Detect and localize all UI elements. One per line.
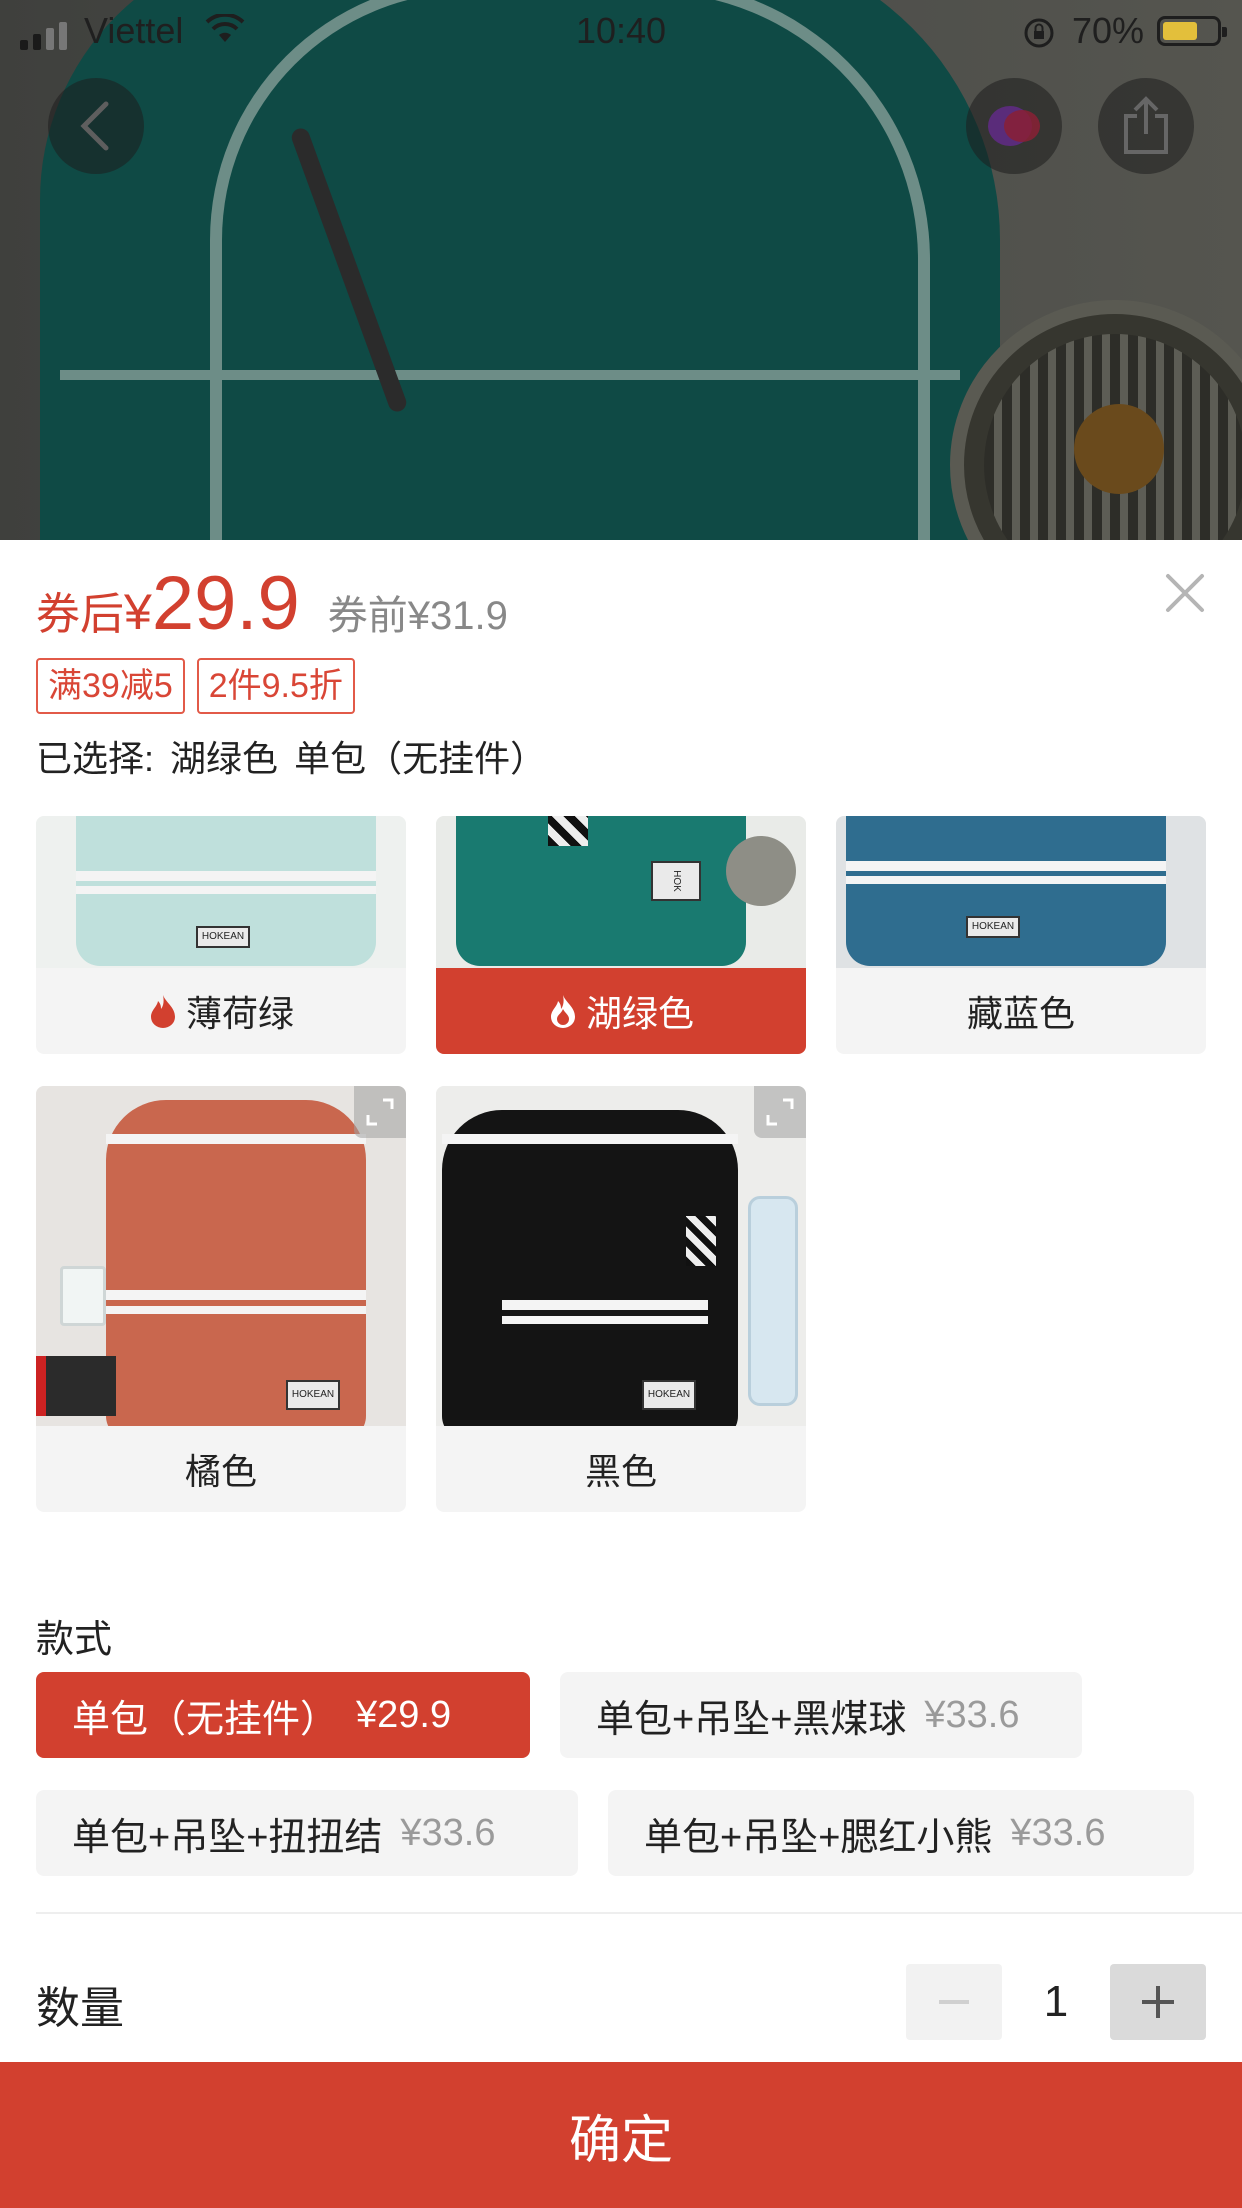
style-option-price: ¥33.6 bbox=[400, 1811, 496, 1854]
style-option-name: 单包（无挂件） bbox=[72, 1698, 339, 1741]
expand-icon bbox=[366, 1098, 394, 1126]
style-option-price: ¥29.9 bbox=[356, 1693, 452, 1736]
style-option-name: 单包+吊坠+腮红小熊 bbox=[644, 1816, 993, 1859]
checkered-charm bbox=[686, 1216, 716, 1266]
quantity-stepper: 1 bbox=[906, 1964, 1206, 2040]
color-option-black[interactable]: HOKEAN 黑色 bbox=[436, 1086, 806, 1512]
divider bbox=[36, 1912, 1242, 1914]
live-button[interactable] bbox=[966, 78, 1062, 174]
selected-style: 单包（无挂件） bbox=[294, 738, 547, 779]
selected-color: 湖绿色 bbox=[170, 738, 279, 779]
battery-percent: 70% bbox=[1072, 10, 1145, 51]
selected-summary: 已选择: 湖绿色 单包（无挂件） bbox=[36, 730, 546, 782]
fan-image bbox=[726, 836, 796, 906]
currency-symbol: ¥ bbox=[124, 584, 152, 640]
style-option[interactable]: 单包+吊坠+黑煤球 ¥33.6 bbox=[560, 1672, 1082, 1758]
style-option[interactable]: 单包（无挂件） ¥29.9 bbox=[36, 1672, 530, 1758]
decrease-button[interactable] bbox=[906, 1964, 1002, 2040]
increase-button[interactable] bbox=[1110, 1964, 1206, 2040]
after-coupon-price: 29.9 bbox=[151, 561, 300, 646]
plus-icon bbox=[1142, 1986, 1174, 2018]
price-row: 券后 ¥ 29.9 券前¥31.9 bbox=[36, 560, 508, 647]
fire-icon bbox=[150, 995, 175, 1028]
close-icon[interactable] bbox=[1164, 572, 1206, 614]
after-coupon-label: 券后 bbox=[36, 590, 124, 639]
minus-icon bbox=[939, 2000, 969, 2004]
bottle-image bbox=[748, 1196, 798, 1406]
back-button[interactable] bbox=[48, 78, 144, 174]
style-option[interactable]: 单包+吊坠+扭扭结 ¥33.6 bbox=[36, 1790, 578, 1876]
backpack-image bbox=[40, 0, 1000, 540]
checkered-charm bbox=[548, 816, 588, 846]
expand-button[interactable] bbox=[754, 1086, 806, 1138]
share-icon bbox=[1124, 96, 1168, 154]
color-photo: HOKEAN bbox=[436, 1086, 806, 1426]
selected-prefix: 已选择: bbox=[36, 738, 155, 779]
quantity-label: 数量 bbox=[36, 1984, 124, 2033]
style-option-name: 单包+吊坠+扭扭结 bbox=[72, 1816, 383, 1859]
promo-tag[interactable]: 满39减5 bbox=[36, 658, 185, 714]
promo-tags: 满39减5 2件9.5折 bbox=[36, 658, 355, 714]
color-option-label: 湖绿色 bbox=[585, 993, 694, 1034]
color-photo: HOK bbox=[436, 816, 806, 968]
rotation-lock-icon bbox=[1024, 18, 1054, 48]
style-option-price: ¥33.6 bbox=[924, 1693, 1020, 1736]
color-photo: HOKEAN bbox=[36, 1086, 406, 1426]
share-button[interactable] bbox=[1098, 78, 1194, 174]
status-bar: Viettel 10:40 70% bbox=[0, 0, 1242, 62]
style-option[interactable]: 单包+吊坠+腮红小熊 ¥33.6 bbox=[608, 1790, 1194, 1876]
expand-icon bbox=[766, 1098, 794, 1126]
style-option-name: 单包+吊坠+黑煤球 bbox=[596, 1698, 907, 1741]
color-option-mint[interactable]: HOKEAN 薄荷绿 bbox=[36, 816, 406, 1054]
console-image bbox=[36, 1356, 116, 1416]
battery-icon bbox=[1157, 16, 1227, 46]
color-photo: HOKEAN bbox=[36, 816, 406, 968]
product-photo bbox=[0, 0, 1242, 540]
sku-selector-sheet: 券后 ¥ 29.9 券前¥31.9 满39减5 2件9.5折 已选择: 湖绿色 … bbox=[0, 540, 1242, 2208]
confirm-button[interactable]: 确定 bbox=[0, 2062, 1242, 2208]
fire-icon bbox=[550, 995, 575, 1028]
color-option-orange[interactable]: HOKEAN 橘色 bbox=[36, 1086, 406, 1512]
style-section-title: 款式 bbox=[36, 1619, 113, 1661]
color-option-label: 藏蓝色 bbox=[966, 993, 1075, 1034]
color-photo: HOKEAN bbox=[836, 816, 1206, 968]
color-option-label: 橘色 bbox=[184, 1451, 257, 1492]
color-option-label: 薄荷绿 bbox=[185, 993, 294, 1034]
color-option-label: 黑色 bbox=[584, 1451, 657, 1492]
style-option-price: ¥33.6 bbox=[1010, 1811, 1106, 1854]
before-coupon-price: 券前¥31.9 bbox=[327, 594, 508, 638]
live-orb-icon bbox=[988, 106, 1040, 146]
color-option-lake-green[interactable]: HOK 湖绿色 bbox=[436, 816, 806, 1054]
color-option-navy[interactable]: HOKEAN 藏蓝色 bbox=[836, 816, 1206, 1054]
expand-button[interactable] bbox=[354, 1086, 406, 1138]
chevron-left-icon bbox=[80, 101, 109, 151]
glass-image bbox=[60, 1266, 106, 1326]
promo-tag[interactable]: 2件9.5折 bbox=[196, 658, 355, 714]
quantity-value[interactable]: 1 bbox=[1002, 1977, 1110, 2027]
